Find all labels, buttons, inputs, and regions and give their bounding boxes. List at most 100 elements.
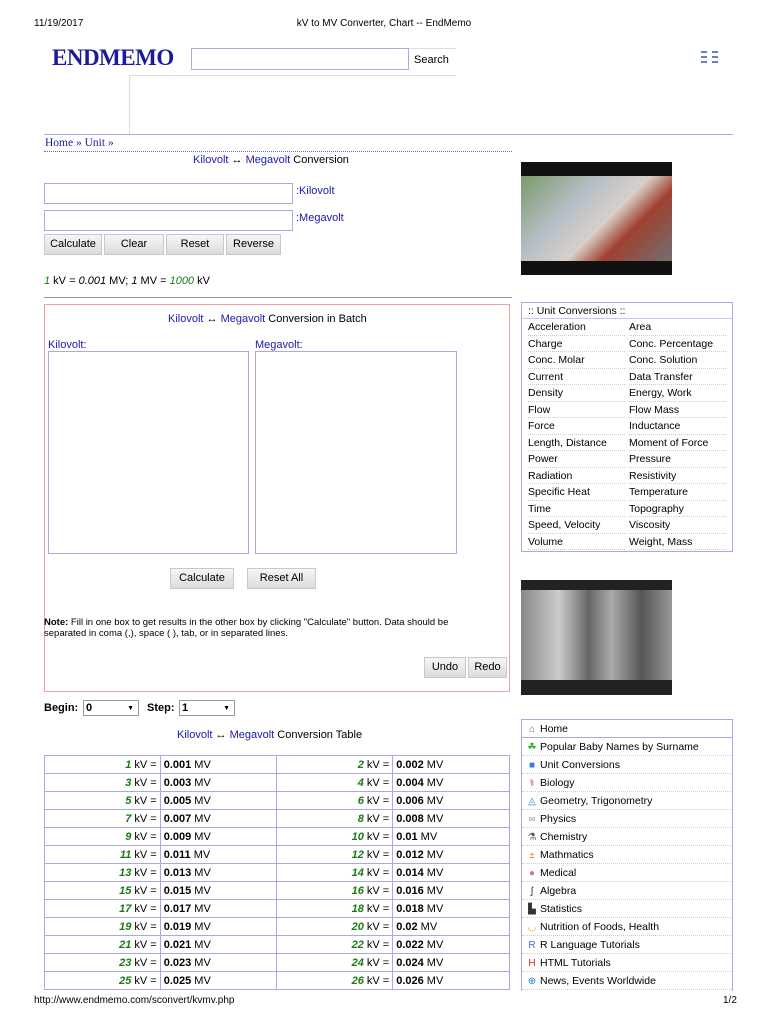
breadcrumb-home[interactable]: Home [45,137,73,149]
nav-item[interactable]: ▙ Statistics [522,900,732,918]
unit-link[interactable]: Viscosity [629,517,726,534]
kv-cell: 13 kV = [44,863,161,882]
breadcrumb-unit[interactable]: Unit [85,137,105,149]
mv-cell: 0.006 MV [392,791,510,810]
nav-label: R Language Tutorials [540,939,640,951]
unit-link[interactable]: Temperature [629,484,726,501]
table-row: 25 kV = 0.025 MV 26 kV = 0.026 MV [44,971,510,990]
kv-cell: 20 kV = [276,917,394,936]
unit-link[interactable]: Acceleration [528,319,625,336]
image-thumbnail[interactable] [521,580,672,695]
unit-link[interactable]: Radiation [528,468,625,484]
unit-link[interactable]: Topography [629,501,726,517]
nav-item[interactable]: R R Language Tutorials [522,936,732,954]
search-button[interactable]: Search [409,48,456,70]
nav-item[interactable]: ⚕ Biology [522,774,732,792]
unit-link[interactable]: Length, Distance [528,435,625,451]
unit-link[interactable]: Weight, Mass [629,534,726,550]
logo[interactable]: ENDMEMO [52,45,174,71]
unit-link[interactable]: Power [528,451,625,468]
clear-button[interactable]: Clear [104,234,164,255]
title-suffix: Conversion [290,154,349,166]
kilovolt-link[interactable]: Kilovolt [177,729,212,741]
begin-select[interactable]: 0 ▼ [83,700,139,716]
nav-item[interactable]: ∫ Algebra [522,882,732,900]
unit-link[interactable]: Flow [528,402,625,418]
nav-item[interactable]: ◬ Geometry, Trigonometry [522,792,732,810]
nav-label: Popular Baby Names by Surname [540,741,699,753]
nav-label: Home [540,723,569,735]
unit-link[interactable]: Pressure [629,451,726,468]
unit-link[interactable]: Conc. Percentage [629,336,726,352]
kv-cell: 26 kV = [276,971,394,990]
unit-link[interactable]: Area [629,319,726,336]
unit-link[interactable]: Specific Heat [528,484,625,501]
batch-calculate-button[interactable]: Calculate [170,568,234,589]
converter-title: Kilovolt ↔ Megavolt Conversion [193,154,349,166]
reset-button[interactable]: Reset [166,234,224,255]
redo-button[interactable]: Redo [468,657,507,678]
nav-item[interactable]: ■ Unit Conversions [522,756,732,774]
mv-cell: 0.014 MV [392,863,510,882]
nav-item[interactable]: ∞ Physics [522,810,732,828]
kilovolt-link[interactable]: Kilovolt [168,313,203,325]
unit-link[interactable]: Conc. Solution [629,352,726,369]
nav-label: News, Events Worldwide [540,975,656,987]
mv-cell: 0.024 MV [392,953,510,972]
page-number: 1/2 [723,995,737,1006]
step-select[interactable]: 1 ▼ [179,700,235,716]
megavolt-input[interactable] [44,210,293,231]
nav-item[interactable]: ⚗ Chemistry [522,828,732,846]
mv-cell: 0.002 MV [392,755,510,774]
unit-link[interactable]: Moment of Force [629,435,726,451]
kv-cell: 1 kV = [44,755,161,774]
batch-megavolt-textarea[interactable] [255,351,457,554]
video-thumbnail[interactable] [521,162,672,275]
nav-item[interactable]: H HTML Tutorials [522,954,732,972]
unit-link[interactable]: Data Transfer [629,369,726,385]
unit-link[interactable]: Charge [528,336,625,352]
nav-item[interactable]: ⊕ News, Events Worldwide [522,972,732,990]
unit-link[interactable]: Resistivity [629,468,726,484]
units-icon: ■ [528,760,536,771]
unit-link[interactable]: Current [528,369,625,385]
nav-label: Medical [540,867,577,879]
medical-icon: ● [528,868,536,879]
unit-link[interactable]: Force [528,418,625,435]
unit-link[interactable]: Energy, Work [629,385,726,402]
batch-note: Note: Fill in one box to get results in … [44,617,449,639]
unit-link[interactable]: Volume [528,534,625,550]
calculate-button[interactable]: Calculate [44,234,102,255]
nav-label: Nutrition of Foods, Health [540,921,660,933]
kv-cell: 19 kV = [44,917,161,936]
unit-link[interactable]: Flow Mass [629,402,726,418]
unit-link[interactable]: Time [528,501,625,517]
reverse-button[interactable]: Reverse [226,234,281,255]
unit-link[interactable]: Density [528,385,625,402]
table-row: 21 kV = 0.021 MV 22 kV = 0.022 MV [44,935,510,954]
mv-cell: 0.009 MV [159,827,278,846]
megavolt-link[interactable]: Megavolt [221,313,266,325]
statistics-icon: ▙ [528,904,536,915]
kv-cell: 12 kV = [276,845,394,864]
reset-all-button[interactable]: Reset All [247,568,316,589]
search-input[interactable] [191,48,409,70]
nav-item[interactable]: ☘ Popular Baby Names by Surname [522,738,732,756]
batch-kilovolt-textarea[interactable] [48,351,249,554]
begin-label: Begin: [44,702,79,714]
nav-item[interactable]: ± Mathmatics [522,846,732,864]
menu-grid-icon[interactable] [701,50,718,64]
kilovolt-link[interactable]: Kilovolt [193,154,228,166]
nav-item[interactable]: ◡ Nutrition of Foods, Health [522,918,732,936]
kv-cell: 16 kV = [276,881,394,900]
nav-item[interactable]: ● Medical [522,864,732,882]
unit-link[interactable]: Speed, Velocity [528,517,625,534]
nav-item[interactable]: ⌂ Home [522,720,732,738]
undo-button[interactable]: Undo [424,657,466,678]
table-row: 7 kV = 0.007 MV 8 kV = 0.008 MV [44,809,510,828]
megavolt-link[interactable]: Megavolt [230,729,275,741]
unit-link[interactable]: Conc. Molar [528,352,625,369]
megavolt-link[interactable]: Megavolt [246,154,291,166]
kilovolt-input[interactable] [44,183,293,204]
unit-link[interactable]: Inductance [629,418,726,435]
